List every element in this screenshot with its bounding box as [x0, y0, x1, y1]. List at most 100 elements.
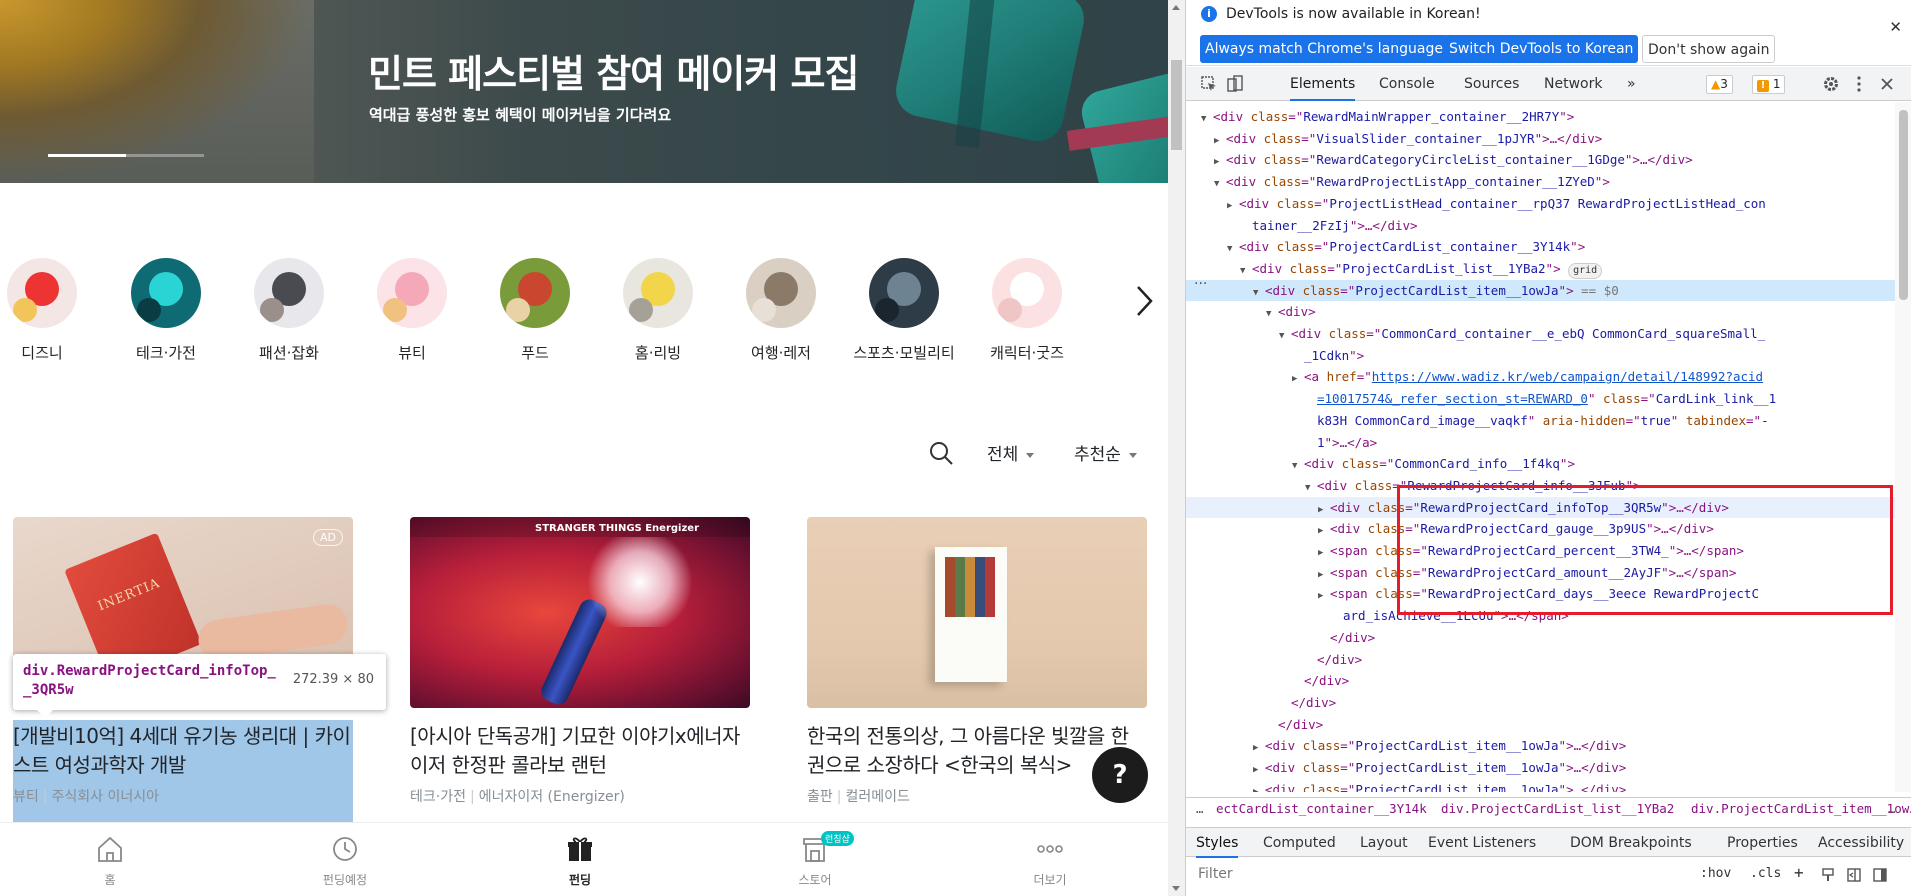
dom-node[interactable]: ▼ <div class="ProjectCardList_list__1YBa2…	[1186, 258, 1895, 279]
nav-item-upcoming[interactable]: 펀딩예정	[285, 835, 405, 888]
close-devtools-icon[interactable]	[1878, 75, 1896, 93]
dom-node-selected[interactable]: ▼ <div class="ProjectCardList_item__1owJa…	[1186, 279, 1895, 301]
project-card-image[interactable]: STRANGER THINGS Energizer	[410, 517, 750, 708]
nav-item-funding[interactable]: 펀딩	[520, 835, 640, 888]
tab-computed[interactable]: Computed	[1263, 828, 1336, 858]
project-card-maker[interactable]: 주식회사 이너시아	[51, 789, 159, 805]
kebab-menu-icon[interactable]	[1850, 75, 1868, 93]
scroll-up-arrow-icon[interactable]	[1172, 5, 1180, 10]
dont-show-again-button[interactable]: Don't show again	[1642, 35, 1776, 63]
project-card[interactable]: STRANGER THINGS Energizer [아시아 단독공개] 기묘한…	[410, 517, 750, 806]
dom-node[interactable]: </div>	[1186, 670, 1895, 691]
project-card-title[interactable]: [아시아 단독공개] 기묘한 이야기x에너자이저 한정판 콜라보 랜턴	[410, 722, 750, 780]
dom-node[interactable]: ▶ <div class="ProjectListHead_container__…	[1186, 193, 1895, 214]
category-item[interactable]: 패션·잡화	[234, 258, 344, 363]
tab-properties[interactable]: Properties	[1727, 828, 1798, 858]
project-card-title[interactable]: [개발비10억] 4세대 유기농 생리대 | 카이스트 여성과학자 개발	[13, 722, 353, 780]
tab-dom-breakpoints[interactable]: DOM Breakpoints	[1570, 828, 1692, 858]
dom-node[interactable]: ▼ <div class="CommonCard_container__e_ebQ…	[1186, 323, 1895, 344]
category-item[interactable]: 캐릭터·굿즈	[972, 258, 1082, 363]
close-icon[interactable]: ✕	[1889, 18, 1902, 36]
sort-order-dropdown[interactable]: 추천순	[1074, 440, 1137, 465]
breadcrumb-item[interactable]: ectCardList_container__3Y14k	[1216, 801, 1427, 816]
dom-node[interactable]: ▼ <div class="RewardMainWrapper_container…	[1186, 106, 1895, 127]
switch-to-korean-button[interactable]: Switch DevTools to Korean	[1444, 35, 1639, 63]
category-item[interactable]: 홈·리빙	[603, 258, 713, 363]
dom-node[interactable]: ▶ <div class="RewardCategoryCircleList_co…	[1186, 149, 1895, 170]
project-card-maker[interactable]: 에너자이저 (Energizer)	[479, 789, 625, 805]
project-card-maker[interactable]: 컬러메이드	[845, 789, 909, 805]
dom-tree-scrollbar-thumb[interactable]	[1899, 110, 1908, 300]
dom-node[interactable]: </div>	[1186, 627, 1895, 648]
dom-tree[interactable]: ▼ <div class="RewardMainWrapper_container…	[1186, 102, 1895, 792]
chevron-right-icon[interactable]	[1132, 284, 1156, 318]
breadcrumb-ellipsis[interactable]: …	[1888, 801, 1896, 816]
gear-icon[interactable]	[1822, 75, 1840, 93]
dom-node[interactable]: </div>	[1186, 649, 1895, 670]
always-match-language-button[interactable]: Always match Chrome's language	[1200, 35, 1448, 63]
category-label: 캐릭터·굿즈	[990, 344, 1064, 362]
hover-state-toggle[interactable]: :hov	[1700, 866, 1731, 881]
issues-badge[interactable]: ! 1	[1752, 75, 1786, 94]
computed-sidebar-icon[interactable]	[1846, 867, 1862, 883]
class-toggle[interactable]: .cls	[1750, 866, 1781, 881]
dom-node[interactable]: </div>	[1186, 692, 1895, 713]
scroll-down-arrow-icon[interactable]	[1172, 886, 1180, 891]
dom-node[interactable]: =10017574&_refer_section_st=REWARD_0" cl…	[1186, 388, 1895, 409]
category-item[interactable]: 여행·레저	[726, 258, 836, 363]
page-scrollbar[interactable]	[1168, 0, 1185, 896]
tab-layout[interactable]: Layout	[1360, 828, 1408, 858]
dom-node[interactable]: 1">…</a>	[1186, 432, 1895, 453]
breadcrumb-ellipsis[interactable]: …	[1196, 801, 1204, 816]
expand-right-icon[interactable]: ▶	[1253, 782, 1265, 792]
dom-node[interactable]: ▼ <div>	[1186, 301, 1895, 322]
dom-tree-scrollbar[interactable]	[1895, 102, 1911, 792]
category-image-detail	[875, 298, 899, 322]
dom-node[interactable]: ▶ <div class="ProjectCardList_item__1owJa…	[1186, 779, 1895, 792]
filter-all-dropdown[interactable]: 전체	[987, 440, 1035, 465]
breadcrumb-item[interactable]: div.ProjectCardList_list__1YBa2	[1441, 801, 1674, 816]
dom-node[interactable]: k83H CommonCard_image__vaqkf" aria-hidde…	[1186, 410, 1895, 431]
category-image-detail	[506, 298, 530, 322]
category-item[interactable]: 디즈니	[0, 258, 97, 363]
dom-node[interactable]: ▶ <div class="ProjectCardList_item__1owJa…	[1186, 735, 1895, 756]
page-scrollbar-thumb[interactable]	[1171, 60, 1182, 150]
category-item[interactable]: 테크·가전	[111, 258, 221, 363]
dom-node[interactable]: ▶ <div class="VisualSlider_container__1pJ…	[1186, 128, 1895, 149]
help-button[interactable]: ?	[1092, 747, 1148, 803]
category-item[interactable]: 스포츠·모빌리티	[849, 258, 959, 363]
dom-node[interactable]: tainer__2FzIj">…</div>	[1186, 215, 1895, 236]
dom-node[interactable]: ▶ <div class="ProjectCardList_item__1owJa…	[1186, 757, 1895, 778]
dom-node[interactable]: ▼ <div class="CommonCard_info__1f4kq">	[1186, 453, 1895, 474]
category-item[interactable]: 푸드	[480, 258, 590, 363]
tab-sources[interactable]: Sources	[1464, 67, 1519, 101]
more-actions-icon[interactable]: ···	[1194, 276, 1207, 292]
sidebar-toggle-icon[interactable]	[1872, 867, 1888, 883]
device-toggle-icon[interactable]	[1226, 75, 1244, 93]
tab-event-listeners[interactable]: Event Listeners	[1428, 828, 1536, 858]
dom-node[interactable]: ▶ <a href="https://www.wadiz.kr/web/campa…	[1186, 366, 1895, 387]
nav-item-more[interactable]: 더보기	[990, 835, 1110, 888]
dom-node[interactable]: </div>	[1186, 714, 1895, 735]
tab-console[interactable]: Console	[1379, 67, 1435, 101]
tab-network[interactable]: Network	[1544, 67, 1602, 101]
dom-node[interactable]: _1Cdkn">	[1186, 345, 1895, 366]
tab-styles[interactable]: Styles	[1196, 828, 1239, 858]
styles-filter-input[interactable]: Filter	[1198, 866, 1233, 882]
dom-node[interactable]: ▼ <div class="ProjectCardList_container__…	[1186, 236, 1895, 257]
warnings-badge[interactable]: ▲3	[1706, 75, 1733, 94]
more-tabs-chevron-icon[interactable]: »	[1627, 67, 1636, 101]
inspect-element-icon[interactable]	[1200, 75, 1218, 93]
tab-accessibility[interactable]: Accessibility	[1818, 828, 1904, 858]
paint-brush-icon[interactable]	[1820, 867, 1836, 883]
dom-node[interactable]: ▼ <div class="RewardProjectListApp_contai…	[1186, 171, 1895, 192]
search-icon[interactable]	[928, 440, 954, 466]
project-card-image[interactable]	[807, 517, 1147, 708]
breadcrumb-item-current[interactable]: div.ProjectCardList_item__1owJa	[1691, 801, 1911, 816]
nav-item-store[interactable]: 런칭샵 스토어	[755, 831, 875, 888]
hero-banner[interactable]: 민트 페스티벌 참여 메이커 모집 역대급 풍성한 홍보 혜택이 메이커님을 기…	[0, 0, 1168, 183]
category-item[interactable]: 뷰티	[357, 258, 467, 363]
add-rule-button[interactable]: +	[1794, 863, 1804, 882]
tab-elements[interactable]: Elements	[1290, 67, 1356, 101]
nav-item-home[interactable]: 홈	[50, 835, 170, 888]
